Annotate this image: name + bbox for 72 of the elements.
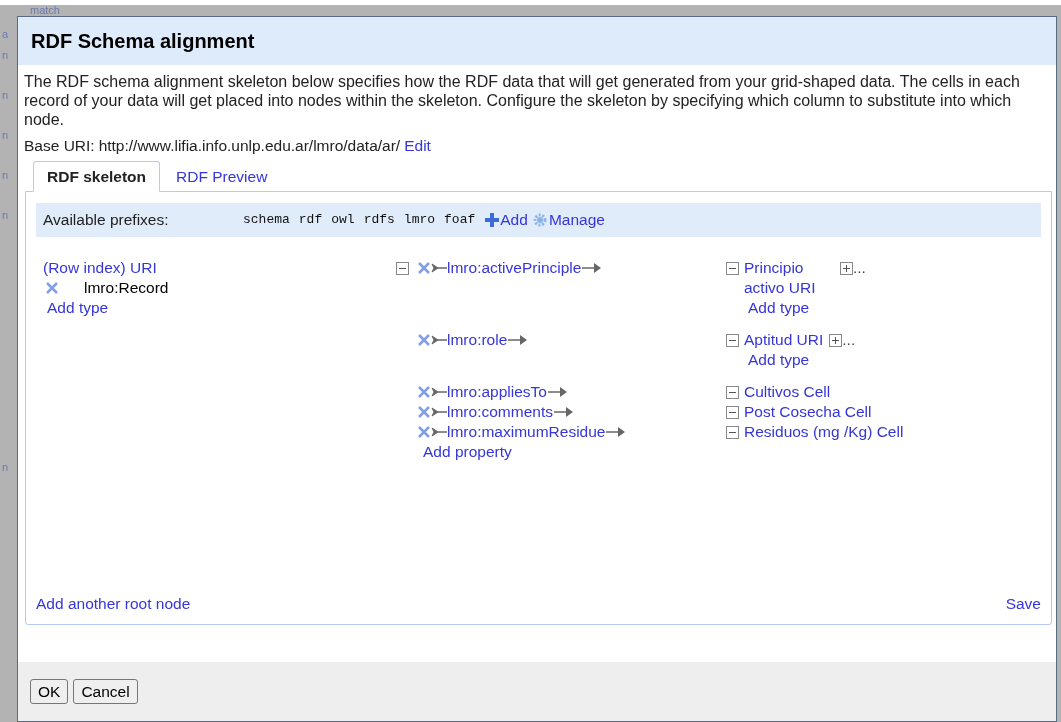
background-text: n (2, 89, 9, 101)
arrow-icon (606, 426, 627, 438)
collapse-icon[interactable] (726, 386, 739, 399)
property-link[interactable]: lmro:maximumResidue (431, 422, 627, 442)
remove-icon[interactable] (417, 425, 431, 439)
background-text: n (2, 129, 9, 141)
dialog-title: RDF Schema alignment (31, 29, 255, 54)
gear-icon (532, 213, 547, 227)
background-text: n (2, 209, 9, 221)
background-text: match (30, 4, 60, 16)
chevron-line-icon (431, 386, 447, 398)
property-link[interactable]: lmro:appliesTo (431, 382, 568, 402)
cancel-button[interactable]: Cancel (73, 679, 138, 704)
property-link[interactable]: lmro:activePrinciple (431, 258, 603, 278)
chevron-line-icon (431, 406, 447, 418)
edit-link[interactable]: Edit (404, 136, 431, 155)
ok-button[interactable]: OK (30, 679, 69, 704)
collapse-icon[interactable] (396, 262, 409, 275)
chevron-line-icon (431, 334, 447, 346)
description-text: The RDF schema alignment skeleton below specifies how the RDF data that will get generated from your grid-shaped data. The cells in each record of your data will get placed into nodes within the skeleton. Configure the skeleton by specifying which column to substitute into which node. (24, 72, 1021, 129)
root-node-link[interactable]: (Row index) URI (43, 258, 157, 278)
remove-icon[interactable] (417, 385, 431, 399)
collapse-icon[interactable] (726, 426, 739, 439)
collapse-icon[interactable] (726, 406, 739, 419)
collapse-icon[interactable] (726, 334, 739, 347)
background-text: n (2, 49, 9, 61)
arrow-icon (547, 386, 568, 398)
tab[interactable]: RDF skeleton (33, 161, 161, 192)
prefix-link[interactable]: rdfs (363, 210, 395, 230)
tab[interactable]: RDF Preview (160, 161, 284, 192)
background-text: a (2, 28, 9, 40)
property-link[interactable]: lmro:comments (431, 402, 574, 422)
arrow-icon (582, 262, 603, 274)
ellipsis-text: ... (842, 330, 856, 350)
node-link[interactable]: Aptitud URI (744, 330, 824, 350)
remove-icon[interactable] (417, 333, 431, 347)
add-root-node-link[interactable]: Add another root node (36, 591, 191, 615)
prefix-link[interactable]: foaf (444, 210, 476, 230)
add-property-link[interactable]: Add property (423, 442, 512, 462)
add-type-link[interactable]: Add type (748, 298, 810, 318)
remove-icon[interactable] (417, 405, 431, 419)
background-text: n (2, 169, 9, 181)
arrow-icon (508, 334, 529, 346)
add-prefix-link[interactable]: Add (485, 208, 528, 232)
node-link[interactable]: Cultivos Cell (744, 382, 831, 402)
remove-icon[interactable] (417, 261, 431, 275)
node-link[interactable]: Post Cosecha Cell (744, 402, 872, 422)
base-uri-text: http://www.lifia.info.unlp.edu.ar/lmro/data/ar/ (98, 136, 401, 155)
expand-icon[interactable] (829, 334, 843, 347)
prefix-link[interactable]: lmro (403, 210, 436, 230)
expand-icon[interactable] (840, 262, 853, 275)
chevron-line-icon (431, 262, 447, 274)
arrow-icon (553, 406, 574, 418)
add-type-link[interactable]: Add type (748, 350, 810, 370)
prefix-link[interactable]: schema (243, 210, 290, 230)
prefix-link[interactable]: rdf (298, 210, 323, 230)
collapse-icon[interactable] (726, 262, 739, 275)
manage-link[interactable]: Manage (532, 208, 605, 232)
chevron-line-icon (431, 426, 447, 438)
property-link[interactable]: lmro:role (431, 330, 529, 350)
prefixes-label: Available prefixes: (43, 210, 170, 231)
base-uri-label: Base URI: (24, 136, 95, 155)
save-link[interactable]: Save (1005, 591, 1041, 615)
ellipsis-text: ... (853, 258, 866, 278)
plus-icon (485, 213, 500, 227)
node-link[interactable]: Principio activo URI (744, 258, 834, 298)
background-text: n (2, 461, 9, 473)
prefix-link[interactable]: owl (331, 210, 355, 230)
type-label: lmro:Record (84, 278, 169, 298)
add-type-link[interactable]: Add type (47, 298, 109, 318)
node-link[interactable]: Residuos (mg /Kg) Cell (744, 422, 904, 442)
remove-icon[interactable] (45, 281, 59, 295)
